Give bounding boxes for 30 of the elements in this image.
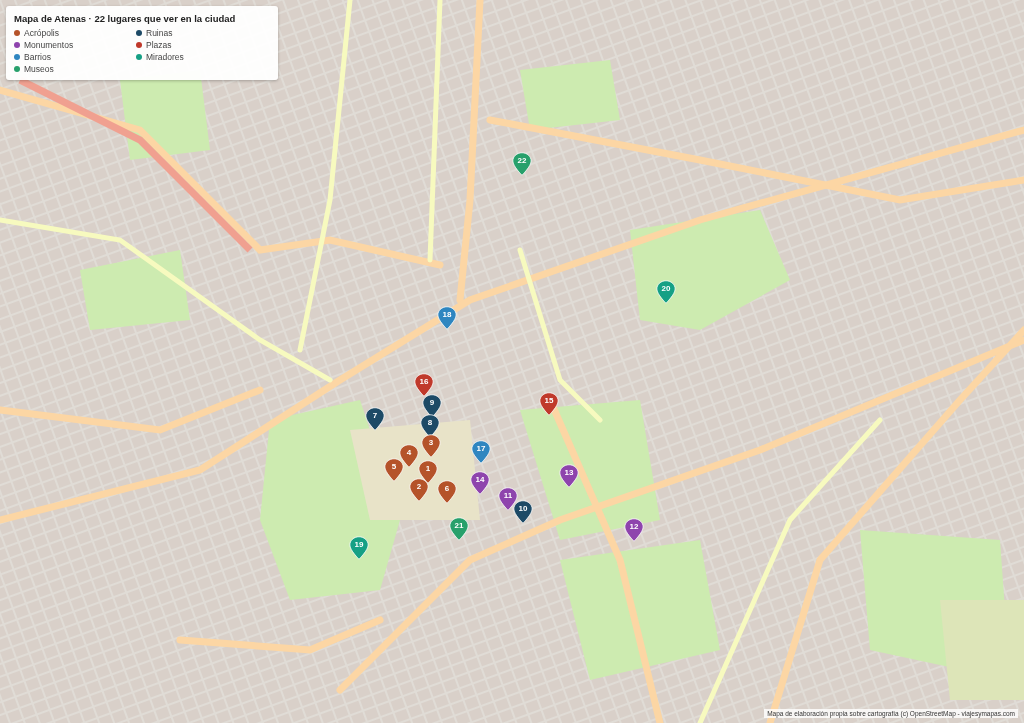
map-marker[interactable]: 7 — [365, 407, 385, 431]
map-marker[interactable]: 2 — [409, 478, 429, 502]
legend-label: Plazas — [146, 40, 172, 50]
map-marker[interactable]: 18 — [437, 306, 457, 330]
map-marker[interactable]: 17 — [471, 440, 491, 464]
map-marker[interactable]: 22 — [512, 152, 532, 176]
map-marker[interactable]: 19 — [349, 536, 369, 560]
map-marker[interactable]: 20 — [656, 280, 676, 304]
map-marker[interactable]: 13 — [559, 464, 579, 488]
map-marker[interactable]: 14 — [470, 471, 490, 495]
map-marker[interactable]: 16 — [414, 373, 434, 397]
legend-label: Barrios — [24, 52, 51, 62]
legend-label: Acrópolis — [24, 28, 59, 38]
map-marker[interactable]: 8 — [420, 414, 440, 438]
map-marker[interactable]: 21 — [449, 517, 469, 541]
map-marker[interactable]: 6 — [437, 480, 457, 504]
map-marker[interactable]: 3 — [421, 434, 441, 458]
map-marker[interactable]: 12 — [624, 518, 644, 542]
legend-label: Monumentos — [24, 40, 74, 50]
legend-label: Museos — [24, 64, 54, 74]
map-marker[interactable]: 15 — [539, 392, 559, 416]
legend-label: Ruinas — [146, 28, 173, 38]
map-marker[interactable]: 9 — [422, 394, 442, 418]
map-marker[interactable]: 4 — [399, 444, 419, 468]
map-marker[interactable]: 10 — [513, 500, 533, 524]
map-marker[interactable]: 1 — [418, 460, 438, 484]
map-marker[interactable]: 5 — [384, 458, 404, 482]
map-marker[interactable]: 11 — [498, 487, 518, 511]
legend-label: Miradores — [146, 52, 184, 62]
legend-title: Mapa de Atenas · 22 lugares que ver en la ciudad — [14, 13, 237, 24]
